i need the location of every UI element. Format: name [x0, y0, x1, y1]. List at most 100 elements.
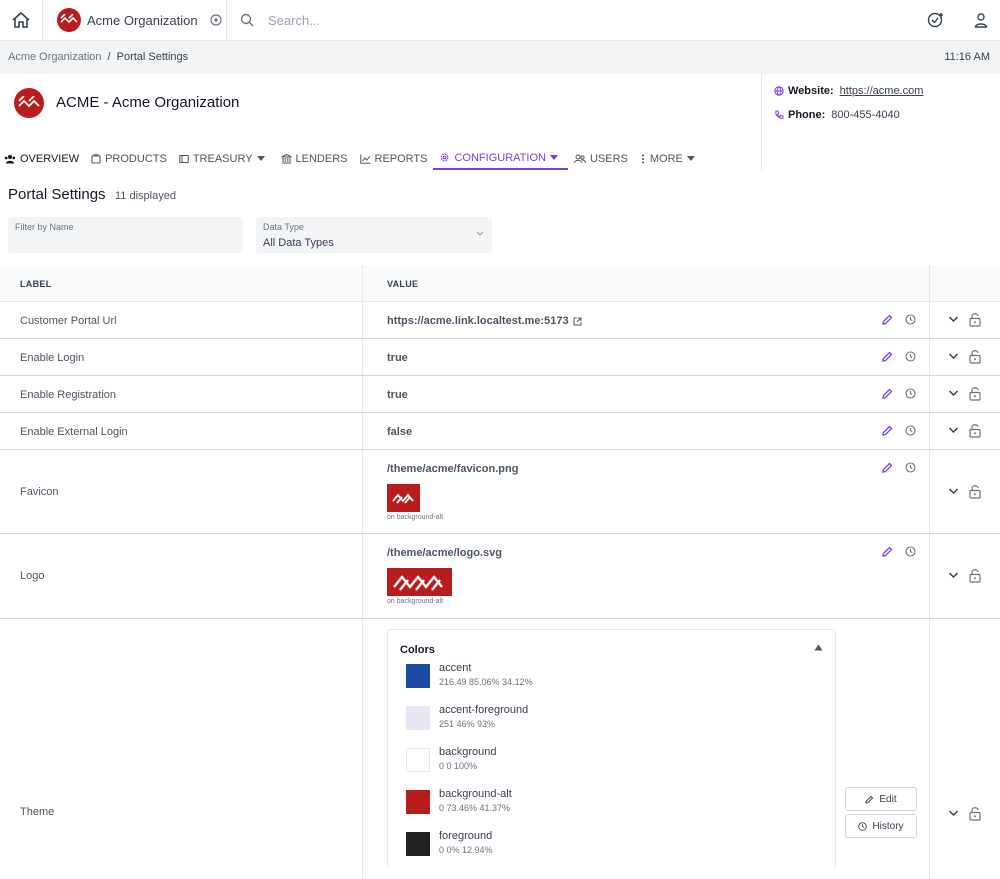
expand-row-button[interactable] — [948, 487, 959, 495]
org-name: Acme Organization — [87, 12, 198, 28]
setting-label: Logo — [20, 570, 45, 582]
setting-label: Enable Login — [20, 352, 85, 364]
filter-by-name-label: Filter by Name — [15, 222, 74, 232]
setting-label: Enable Registration — [20, 389, 117, 401]
history-button[interactable] — [905, 462, 916, 473]
edit-theme-button[interactable]: Edit — [845, 787, 917, 811]
color-value: 0 0 100% — [439, 761, 478, 771]
home-icon — [12, 11, 30, 28]
breadcrumb-org-link[interactable]: Acme Organization — [8, 51, 102, 63]
logo-preview — [387, 568, 452, 596]
expand-row-button[interactable] — [948, 426, 959, 434]
color-swatch — [406, 664, 430, 688]
org-switcher[interactable]: Acme Organization — [43, 0, 227, 40]
chevron-down-icon — [948, 316, 959, 323]
add-task-button[interactable] — [927, 0, 945, 40]
tab-reports[interactable]: REPORTS — [354, 147, 434, 170]
history-button[interactable] — [905, 314, 916, 325]
users-icon — [573, 154, 586, 163]
tab-lenders[interactable]: LENDERS — [275, 147, 354, 170]
search-input[interactable]: Search... — [268, 13, 320, 28]
color-swatch — [406, 748, 430, 772]
lock-button[interactable] — [969, 386, 981, 401]
lock-button[interactable] — [969, 484, 981, 499]
expand-row-button[interactable] — [948, 571, 959, 579]
tab-products[interactable]: PRODUCTS — [85, 147, 173, 170]
caret-down-icon — [256, 156, 265, 161]
expand-row-button[interactable] — [948, 352, 959, 360]
edit-button[interactable] — [881, 546, 893, 558]
preview-caption: on background-alt — [387, 598, 444, 605]
chevron-down-icon — [948, 353, 959, 360]
edit-button[interactable] — [881, 351, 893, 363]
tab-configuration[interactable]: CONFIGURATION — [433, 147, 568, 170]
org-contact-panel: Website: https://acme.com Phone: 800-455… — [761, 74, 1000, 170]
tab-overview[interactable]: OVERVIEW — [0, 147, 85, 170]
collapse-icon[interactable] — [814, 644, 823, 651]
setting-value: https://acme.link.localtest.me:5173 — [387, 315, 582, 327]
chevron-down-icon — [948, 810, 959, 817]
filter-by-name-field[interactable]: Filter by Name — [8, 217, 243, 253]
expand-row-button[interactable] — [948, 315, 959, 323]
caret-down-icon — [686, 156, 695, 161]
history-button[interactable] — [905, 388, 916, 399]
colors-panel-title: Colors — [400, 644, 435, 656]
breadcrumb-current: Portal Settings — [116, 51, 189, 63]
tab-label: PRODUCTS — [105, 152, 167, 165]
edit-button[interactable] — [881, 425, 893, 437]
tab-more[interactable]: MORE — [634, 147, 705, 170]
lock-icon — [969, 424, 981, 438]
setting-value: /theme/acme/favicon.png — [387, 463, 519, 475]
edit-button[interactable] — [881, 388, 893, 400]
lock-button[interactable] — [969, 312, 981, 327]
color-value: 0 0% 12.94% — [439, 845, 493, 855]
lock-button[interactable] — [969, 568, 981, 583]
expand-row-button[interactable] — [948, 809, 959, 817]
website-label: Website: — [788, 85, 834, 97]
user-menu-button[interactable] — [973, 0, 989, 40]
clock-icon — [905, 546, 916, 557]
org-header-logo — [14, 88, 44, 118]
lock-icon — [969, 313, 981, 327]
phone-value: 800-455-4040 — [831, 109, 900, 121]
lock-icon — [969, 569, 981, 583]
search-bar[interactable]: Search... — [240, 0, 320, 40]
phone-label: Phone: — [788, 109, 826, 121]
edit-button[interactable] — [881, 314, 893, 326]
website-link[interactable]: https://acme.com — [840, 85, 924, 97]
pencil-icon — [882, 462, 893, 473]
external-link-icon[interactable] — [573, 317, 582, 326]
breadcrumb-bar: Acme Organization / Portal Settings 11:16 … — [0, 41, 1000, 74]
tab-treasury[interactable]: TREASURY — [173, 147, 275, 170]
customer-portal-url-link[interactable]: https://acme.link.localtest.me:5173 — [387, 315, 569, 327]
chevron-down-icon — [476, 231, 484, 236]
add-task-icon — [927, 12, 943, 28]
theme-history-button[interactable]: History — [845, 814, 917, 838]
edit-button[interactable] — [881, 462, 893, 474]
data-type-select[interactable]: Data Type All Data Types — [256, 217, 492, 253]
table-row: Enable Registration true — [0, 376, 1000, 413]
table-row: Enable Login true — [0, 339, 1000, 376]
caret-down-icon — [549, 155, 558, 160]
lock-button[interactable] — [969, 349, 981, 364]
history-button[interactable] — [905, 351, 916, 362]
products-icon — [91, 153, 101, 163]
lock-button[interactable] — [969, 423, 981, 438]
tab-label: REPORTS — [374, 152, 428, 165]
lock-button[interactable] — [969, 806, 981, 821]
edit-label: Edit — [879, 793, 897, 805]
column-header-value: VALUE — [387, 279, 419, 289]
main-tabs: OVERVIEW PRODUCTS TREASURY LENDERS REPOR… — [0, 147, 705, 171]
phone-row: Phone: 800-455-4040 — [774, 109, 900, 121]
chevron-down-icon — [948, 572, 959, 579]
history-button[interactable] — [905, 425, 916, 436]
bank-icon — [280, 153, 292, 163]
home-button[interactable] — [0, 0, 43, 40]
data-type-label: Data Type — [263, 222, 304, 232]
chart-icon — [359, 154, 370, 164]
tab-users[interactable]: USERS — [568, 147, 634, 170]
color-value: 216.49 85.06% 34.12% — [439, 677, 533, 687]
history-button[interactable] — [905, 546, 916, 557]
expand-row-button[interactable] — [948, 389, 959, 397]
pencil-icon — [882, 351, 893, 362]
